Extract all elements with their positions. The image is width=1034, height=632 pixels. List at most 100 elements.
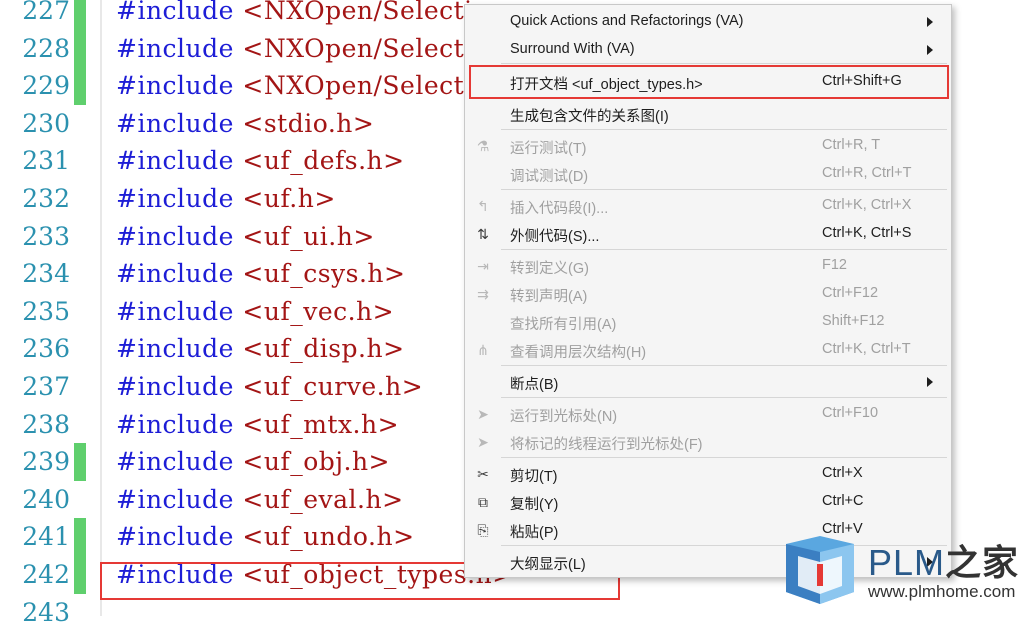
menu-item: ⇥ 转到定义(G) F12 — [465, 252, 951, 280]
code-line[interactable]: #include <uf.h> — [116, 180, 336, 218]
line-number: 239 — [22, 447, 70, 477]
include-path: <uf_eval.h> — [233, 484, 404, 514]
menu-item: ⇉ 转到声明(A) Ctrl+F12 — [465, 280, 951, 308]
menu-item-shortcut: Ctrl+C — [822, 493, 864, 509]
menu-separator — [501, 457, 947, 458]
change-indicator — [74, 556, 86, 594]
menu-item-label: 粘贴(P) — [510, 525, 559, 541]
menu-item-shortcut: Ctrl+F12 — [822, 285, 879, 301]
insert-snippet-icon: ↰ — [477, 198, 489, 214]
menu-item-label: 查找所有引用(A) — [510, 317, 617, 333]
watermark-brand: PLM之家 — [868, 542, 1020, 584]
preprocessor-keyword: #include — [116, 259, 234, 289]
code-line[interactable]: #include <uf_mtx.h> — [116, 406, 399, 444]
line-number: 230 — [22, 108, 70, 138]
menu-item-shortcut: Ctrl+R, T — [822, 137, 881, 153]
menu-item: ⋔ 查看调用层次结构(H) Ctrl+K, Ctrl+T — [465, 336, 951, 364]
code-line[interactable]: #include <uf_disp.h> — [116, 330, 405, 368]
paste-icon: ⎘ — [477, 522, 489, 538]
code-line[interactable]: #include <uf_defs.h> — [116, 142, 405, 180]
flask-icon: ⚗ — [476, 138, 490, 154]
preprocessor-keyword: #include — [116, 108, 234, 138]
menu-separator — [501, 365, 947, 366]
code-line[interactable]: #include <NXOpen/Selectic — [116, 30, 487, 68]
preprocessor-keyword: #include — [116, 447, 234, 477]
code-line[interactable]: #include <uf_obj.h> — [116, 443, 390, 481]
menu-item[interactable]: 生成包含文件的关系图(I) — [465, 100, 951, 128]
line-number: 233 — [22, 221, 70, 251]
watermark: PLM之家 www.plmhome.com — [782, 530, 1034, 616]
code-line[interactable]: #include <uf_curve.h> — [116, 368, 423, 406]
menu-item[interactable]: ✂ 剪切(T) Ctrl+X — [465, 460, 951, 488]
menu-item-label: 运行测试(T) — [510, 141, 587, 157]
cursor-arrow-icon: ➤ — [477, 406, 489, 422]
line-number: 235 — [22, 296, 70, 326]
menu-item[interactable]: 断点(B) — [465, 368, 951, 396]
menu-item-label: 大纲显示(L) — [510, 557, 586, 573]
preprocessor-keyword: #include — [116, 296, 234, 326]
line-number: 231 — [22, 146, 70, 176]
menu-item-label: 运行到光标处(N) — [510, 409, 618, 425]
menu-item-label: Surround With (VA) — [510, 41, 635, 57]
preprocessor-keyword: #include — [116, 484, 234, 514]
preprocessor-keyword: #include — [116, 409, 234, 439]
line-number: 229 — [22, 71, 70, 101]
line-number: 240 — [22, 484, 70, 514]
menu-separator — [501, 249, 947, 250]
context-menu[interactable]: Quick Actions and Refactorings (VA) Surro… — [464, 4, 952, 578]
menu-item[interactable]: Quick Actions and Refactorings (VA) — [465, 8, 951, 36]
menu-item: ⚗ 运行测试(T) Ctrl+R, T — [465, 132, 951, 160]
change-indicator — [74, 0, 86, 30]
menu-item-label: 转到定义(G) — [510, 261, 589, 277]
include-path: <NXOpen/Selectic — [233, 71, 488, 101]
menu-separator — [501, 189, 947, 190]
preprocessor-keyword: #include — [116, 522, 234, 552]
change-indicator — [74, 443, 86, 482]
include-path: <NXOpen/Selectic — [233, 0, 488, 25]
menu-item[interactable]: Surround With (VA) — [465, 36, 951, 64]
code-line[interactable]: #include <uf_csys.h> — [116, 255, 405, 293]
submenu-arrow-icon — [927, 17, 933, 27]
code-line[interactable]: #include <uf_undo.h> — [116, 518, 415, 556]
include-path: <uf_undo.h> — [233, 522, 415, 552]
menu-item: 查找所有引用(A) Shift+F12 — [465, 308, 951, 336]
menu-item-shortcut: Ctrl+F10 — [822, 405, 879, 421]
highlight-box-open-document — [469, 65, 949, 99]
code-line[interactable]: #include <uf_vec.h> — [116, 293, 394, 331]
menu-item[interactable]: ⇅ 外侧代码(S)... Ctrl+K, Ctrl+S — [465, 220, 951, 248]
menu-item-shortcut: F12 — [822, 257, 847, 273]
code-line[interactable]: #include <NXOpen/Selectic — [116, 67, 487, 105]
surround-code-icon: ⇅ — [477, 226, 489, 242]
preprocessor-keyword: #include — [116, 33, 234, 63]
include-path: <uf_disp.h> — [233, 334, 405, 364]
preprocessor-keyword: #include — [116, 184, 234, 213]
code-line[interactable]: #include <uf_ui.h> — [116, 218, 375, 256]
include-path: <uf.h> — [233, 184, 336, 213]
line-number: 227 — [22, 0, 70, 25]
go-to-declaration-icon: ⇉ — [477, 286, 489, 302]
submenu-arrow-icon — [927, 45, 933, 55]
menu-item-shortcut: Ctrl+X — [822, 465, 863, 481]
watermark-url: www.plmhome.com — [868, 582, 1016, 601]
line-number: 242 — [22, 560, 70, 589]
code-line[interactable]: #include <stdio.h> — [116, 105, 374, 143]
code-line[interactable]: #include <uf_eval.h> — [116, 481, 404, 519]
menu-item-label: 断点(B) — [510, 377, 559, 393]
line-number: 243 — [22, 597, 70, 627]
code-line[interactable]: #include <NXOpen/Selectic — [116, 0, 487, 30]
menu-item-label: 生成包含文件的关系图(I) — [510, 109, 669, 125]
menu-item-shortcut: Ctrl+K, Ctrl+X — [822, 197, 912, 213]
preprocessor-keyword: #include — [116, 372, 234, 401]
scissors-icon: ✂ — [477, 466, 489, 482]
line-number: 228 — [22, 33, 70, 63]
menu-item-shortcut: Ctrl+K, Ctrl+S — [822, 225, 912, 241]
line-number: 234 — [22, 259, 70, 289]
menu-item-label: 复制(Y) — [510, 497, 559, 513]
menu-item[interactable]: ⧉ 复制(Y) Ctrl+C — [465, 488, 951, 516]
change-indicator — [74, 518, 86, 557]
menu-item-label: 将标记的线程运行到光标处(F) — [510, 437, 703, 453]
menu-item-label: 外侧代码(S)... — [510, 229, 600, 245]
line-number: 241 — [22, 522, 70, 552]
menu-separator — [501, 397, 947, 398]
line-number: 238 — [22, 409, 70, 439]
